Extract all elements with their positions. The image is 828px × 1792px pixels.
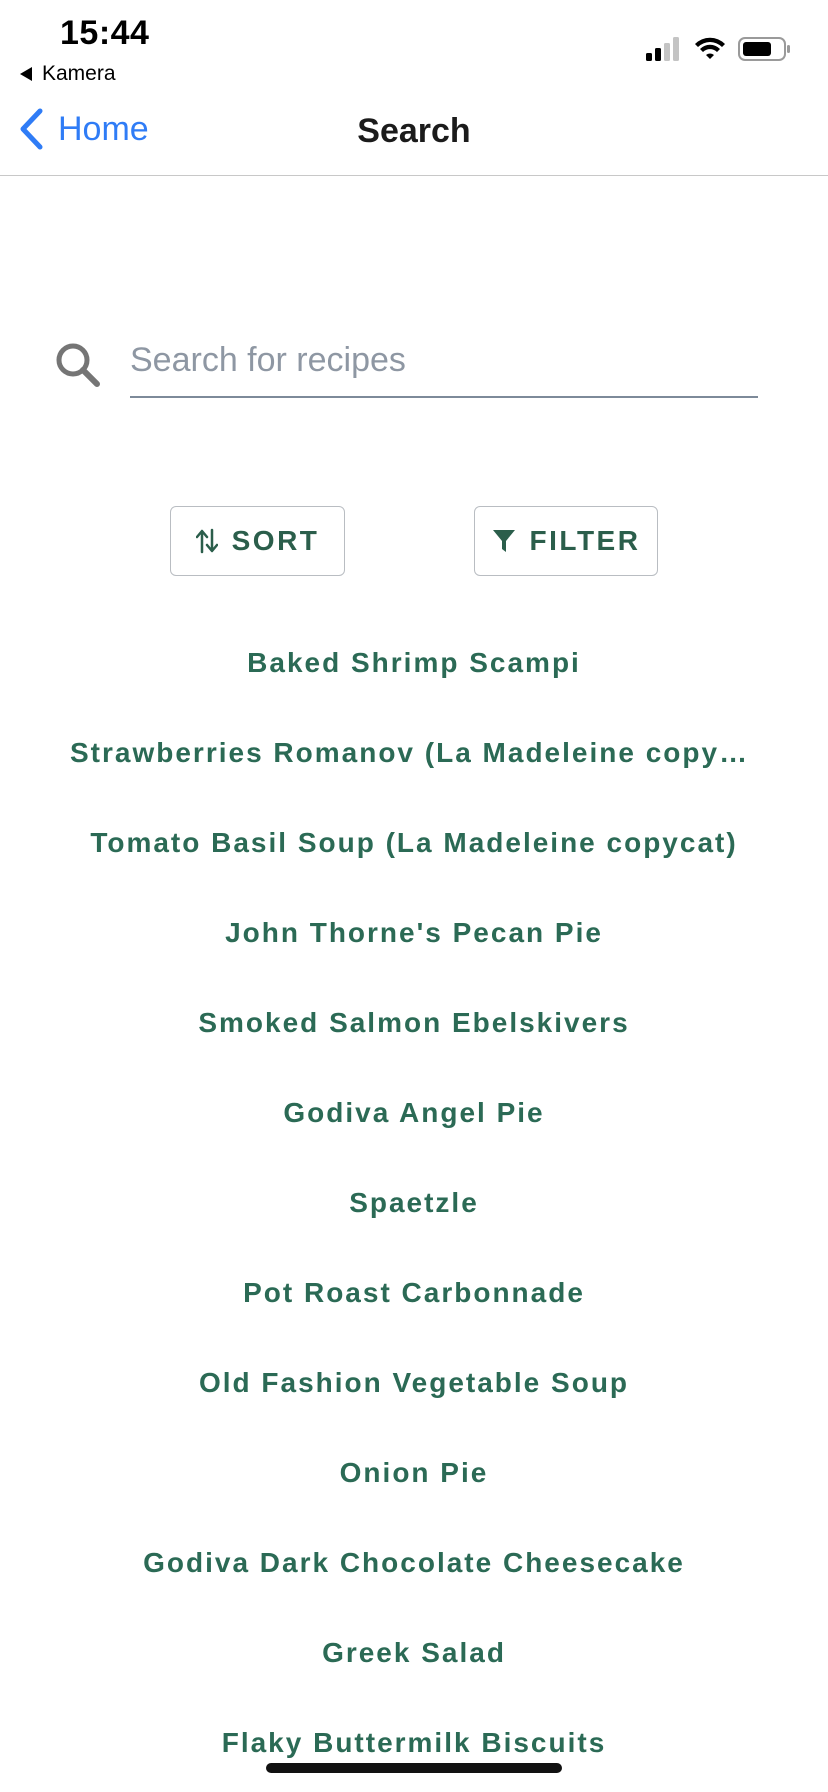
home-indicator[interactable] (266, 1763, 562, 1773)
sort-label: SORT (231, 525, 320, 556)
battery-icon (738, 37, 790, 61)
filter-button[interactable]: FILTER (474, 506, 658, 576)
navigation-bar: Home Search (0, 100, 828, 176)
signal-icon (646, 37, 679, 61)
recipe-item[interactable]: Strawberries Romanov (La Madeleine copyc… (0, 708, 828, 798)
funnel-icon (492, 530, 515, 552)
search-field (130, 330, 758, 398)
screen: 15:44 Kamera Home Search Search for reci… (0, 0, 828, 1792)
recipe-item[interactable]: Tomato Basil Soup (La Madeleine copycat) (0, 798, 828, 888)
recipe-item[interactable]: Baked Shrimp Scampi (0, 618, 828, 708)
recipe-item[interactable]: Pot Roast Carbonnade (0, 1248, 828, 1338)
search-input[interactable] (130, 330, 758, 390)
sort-arrows-icon (195, 528, 218, 554)
recipe-item[interactable]: John Thorne's Pecan Pie (0, 888, 828, 978)
recipe-item[interactable]: Smoked Salmon Ebelskivers (0, 978, 828, 1068)
recipe-item[interactable]: Godiva Angel Pie (0, 1068, 828, 1158)
back-to-app-link[interactable]: Kamera (20, 62, 116, 86)
recipe-item[interactable]: Greek Salad (0, 1608, 828, 1698)
back-triangle-icon (20, 67, 32, 81)
recipe-item[interactable]: Onion Pie (0, 1428, 828, 1518)
recipe-item[interactable]: Godiva Dark Chocolate Cheesecake (0, 1518, 828, 1608)
status-icons (646, 36, 792, 62)
recipe-item[interactable]: Spaetzle (0, 1158, 828, 1248)
sort-button[interactable]: SORT (170, 506, 345, 576)
filter-label: FILTER (529, 525, 641, 556)
recipe-list: Baked Shrimp Scampi Strawberries Romanov… (0, 618, 828, 1788)
recipe-item[interactable]: Flaky Buttermilk Biscuits (0, 1698, 828, 1788)
page-title: Search (357, 112, 471, 150)
back-app-label: Kamera (42, 62, 116, 85)
wifi-icon (695, 37, 725, 59)
status-time: 15:44 (60, 14, 150, 52)
search-icon (56, 343, 100, 387)
recipe-item[interactable]: Old Fashion Vegetable Soup (0, 1338, 828, 1428)
